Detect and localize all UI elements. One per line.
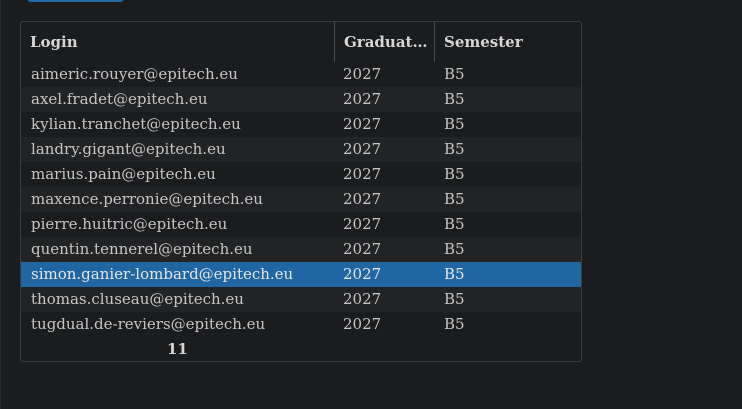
column-header-login[interactable]: Login bbox=[21, 22, 335, 62]
table-row[interactable]: tugdual.de-reviers@epitech.eu 2027 B5 bbox=[21, 312, 581, 337]
cell-semester: B5 bbox=[444, 90, 465, 108]
cell-semester: B5 bbox=[444, 115, 465, 133]
cell-semester: B5 bbox=[444, 315, 465, 333]
cell-login: maxence.perronie@epitech.eu bbox=[31, 190, 263, 208]
cell-login: marius.pain@epitech.eu bbox=[31, 165, 216, 183]
cell-graduation: 2027 bbox=[343, 65, 382, 83]
cell-graduation: 2027 bbox=[343, 265, 382, 283]
table-row[interactable]: maxence.perronie@epitech.eu 2027 B5 bbox=[21, 187, 581, 212]
column-header-graduation[interactable]: Graduat… bbox=[335, 22, 435, 62]
cell-graduation: 2027 bbox=[343, 140, 382, 158]
table-row[interactable]: kylian.tranchet@epitech.eu 2027 B5 bbox=[21, 112, 581, 137]
cell-graduation: 2027 bbox=[343, 240, 382, 258]
cell-login: tugdual.de-reviers@epitech.eu bbox=[31, 315, 266, 333]
cell-login: pierre.huitric@epitech.eu bbox=[31, 215, 228, 233]
table-row[interactable]: pierre.huitric@epitech.eu 2027 B5 bbox=[21, 212, 581, 237]
cell-semester: B5 bbox=[444, 140, 465, 158]
top-action-button[interactable] bbox=[27, 0, 124, 2]
cell-login: axel.fradet@epitech.eu bbox=[31, 90, 208, 108]
cell-graduation: 2027 bbox=[343, 90, 382, 108]
cell-graduation: 2027 bbox=[343, 165, 382, 183]
cell-graduation: 2027 bbox=[343, 190, 382, 208]
window-edge bbox=[0, 0, 1, 409]
cell-semester: B5 bbox=[444, 240, 465, 258]
table-row[interactable]: aimeric.rouyer@epitech.eu 2027 B5 bbox=[21, 62, 581, 87]
cell-login: aimeric.rouyer@epitech.eu bbox=[31, 65, 238, 83]
cell-login: simon.ganier-lombard@epitech.eu bbox=[31, 265, 294, 283]
table-row-selected[interactable]: simon.ganier-lombard@epitech.eu 2027 B5 bbox=[21, 262, 581, 287]
table-footer: 11 bbox=[21, 337, 581, 362]
cell-login: kylian.tranchet@epitech.eu bbox=[31, 115, 241, 133]
cell-semester: B5 bbox=[444, 290, 465, 308]
table-row[interactable]: marius.pain@epitech.eu 2027 B5 bbox=[21, 162, 581, 187]
cell-semester: B5 bbox=[444, 65, 465, 83]
cell-login: quentin.tennerel@epitech.eu bbox=[31, 240, 253, 258]
cell-semester: B5 bbox=[444, 215, 465, 233]
row-count: 11 bbox=[167, 340, 188, 358]
cell-graduation: 2027 bbox=[343, 290, 382, 308]
cell-login: thomas.cluseau@epitech.eu bbox=[31, 290, 244, 308]
column-header-semester[interactable]: Semester bbox=[435, 22, 581, 62]
table-row[interactable]: thomas.cluseau@epitech.eu 2027 B5 bbox=[21, 287, 581, 312]
students-table: Login Graduat… Semester aimeric.rouyer@e… bbox=[20, 21, 582, 362]
cell-graduation: 2027 bbox=[343, 315, 382, 333]
cell-login: landry.gigant@epitech.eu bbox=[31, 140, 226, 158]
cell-semester: B5 bbox=[444, 190, 465, 208]
cell-graduation: 2027 bbox=[343, 215, 382, 233]
table-body: aimeric.rouyer@epitech.eu 2027 B5 axel.f… bbox=[21, 62, 581, 337]
table-row[interactable]: axel.fradet@epitech.eu 2027 B5 bbox=[21, 87, 581, 112]
table-row[interactable]: landry.gigant@epitech.eu 2027 B5 bbox=[21, 137, 581, 162]
cell-semester: B5 bbox=[444, 265, 465, 283]
cell-graduation: 2027 bbox=[343, 115, 382, 133]
table-header: Login Graduat… Semester bbox=[21, 22, 581, 62]
cell-semester: B5 bbox=[444, 165, 465, 183]
table-row[interactable]: quentin.tennerel@epitech.eu 2027 B5 bbox=[21, 237, 581, 262]
